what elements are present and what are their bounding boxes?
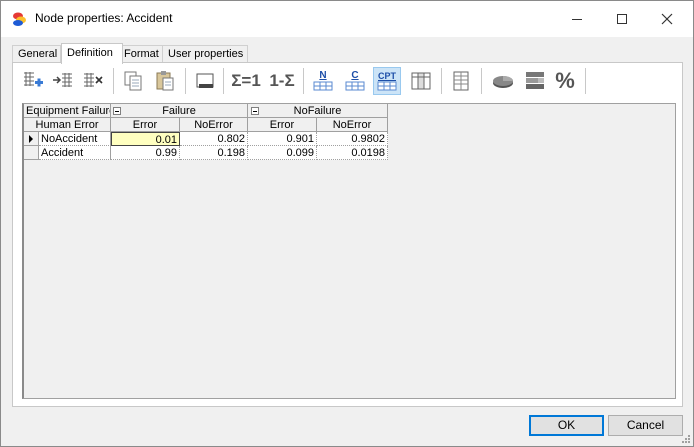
tab-format[interactable]: Format <box>118 45 164 63</box>
columns-button[interactable] <box>407 67 435 95</box>
tab-user-properties[interactable]: User properties <box>162 45 248 63</box>
pie-chart-icon <box>493 76 513 88</box>
column-header: NoError <box>317 118 388 132</box>
copy-button[interactable] <box>119 67 147 95</box>
probability-cell[interactable]: 0.198 <box>180 146 248 160</box>
toolbar-separator <box>303 68 304 94</box>
paste-button[interactable] <box>151 67 179 95</box>
noisy-c-icon <box>345 81 365 91</box>
percent-button[interactable]: % <box>551 67 579 95</box>
collapse-icon[interactable] <box>113 107 121 115</box>
cancel-button[interactable]: Cancel <box>608 415 683 436</box>
probability-cell[interactable]: 0.099 <box>248 146 317 160</box>
probability-cell[interactable]: 0.0198 <box>317 146 388 160</box>
noisy-n-icon <box>313 81 333 91</box>
cpt-icon <box>377 81 397 91</box>
noisy-c-button[interactable]: C <box>341 67 369 95</box>
toolbar-separator <box>441 68 442 94</box>
pie-chart-button[interactable] <box>489 67 517 95</box>
row-label: Accident <box>39 146 111 160</box>
row-indicator <box>24 146 39 160</box>
toolbar-separator <box>113 68 114 94</box>
definition-panel: Σ=1 1-Σ N C CPT % Equipment Failure Fail… <box>12 62 683 407</box>
normalize-button[interactable]: Σ=1 <box>229 67 263 95</box>
copy-icon <box>124 71 142 91</box>
column-header: Error <box>248 118 317 132</box>
stack-chart-icon <box>526 72 544 89</box>
row-pointer-icon <box>29 135 33 143</box>
maximize-icon <box>617 14 627 24</box>
toolbar-separator <box>185 68 186 94</box>
toolbar-separator <box>585 68 586 94</box>
add-row-button[interactable] <box>19 67 47 95</box>
window-title: Node properties: Accident <box>35 11 173 25</box>
node-properties-window: Node properties: Accident General Defini… <box>0 0 694 447</box>
delete-row-button[interactable] <box>79 67 107 95</box>
state-label-nofailure: NoFailure <box>293 105 342 117</box>
edit-button[interactable] <box>191 67 219 95</box>
probability-cell[interactable]: 0.901 <box>248 132 317 146</box>
resize-grip-icon[interactable] <box>681 434 691 444</box>
title-bar: Node properties: Accident <box>1 1 693 37</box>
ok-button[interactable]: OK <box>529 415 604 436</box>
cpt-grid[interactable]: Equipment Failure Failure NoFailure Huma… <box>22 103 676 399</box>
state-label-failure: Failure <box>162 105 196 117</box>
noisy-c-label: C <box>351 70 359 81</box>
table-button[interactable] <box>447 67 475 95</box>
parent1-name-header: Equipment Failure <box>24 104 111 118</box>
noisy-n-button[interactable]: N <box>309 67 337 95</box>
table-icon <box>453 71 469 91</box>
columns-icon <box>411 72 431 90</box>
app-icon <box>13 12 26 26</box>
probability-cell[interactable]: 0.802 <box>180 132 248 146</box>
tab-definition[interactable]: Definition <box>61 43 123 64</box>
state-header-failure[interactable]: Failure <box>111 104 248 118</box>
toolbar-separator <box>481 68 482 94</box>
close-button[interactable] <box>644 1 690 37</box>
insert-row-icon <box>53 73 72 87</box>
maximize-button[interactable] <box>599 1 645 37</box>
edit-icon <box>196 73 214 88</box>
state-header-nofailure[interactable]: NoFailure <box>248 104 388 118</box>
tab-general[interactable]: General <box>12 45 61 63</box>
noisy-n-label: N <box>319 70 327 81</box>
complement-button[interactable]: 1-Σ <box>265 67 299 95</box>
probability-cell[interactable]: 0.9802 <box>317 132 388 146</box>
insert-row-button[interactable] <box>49 67 77 95</box>
delete-row-icon <box>84 73 103 87</box>
probability-cell[interactable]: 0.99 <box>111 146 180 160</box>
column-header: NoError <box>180 118 248 132</box>
close-icon <box>661 13 673 25</box>
toolbar-separator <box>223 68 224 94</box>
cpt-button[interactable]: CPT <box>373 67 401 95</box>
row-label: NoAccident <box>39 132 111 146</box>
paste-icon <box>156 71 174 91</box>
probability-cell[interactable]: 0.01 <box>111 132 180 146</box>
minimize-button[interactable] <box>554 1 600 37</box>
collapse-icon[interactable] <box>251 107 259 115</box>
minimize-icon <box>572 19 582 20</box>
parent2-name-header: Human Error <box>24 118 111 132</box>
cpt-label: CPT <box>378 71 396 81</box>
add-row-icon <box>24 72 43 87</box>
stack-chart-button[interactable] <box>521 67 549 95</box>
column-header: Error <box>111 118 180 132</box>
current-row-indicator <box>24 132 39 146</box>
